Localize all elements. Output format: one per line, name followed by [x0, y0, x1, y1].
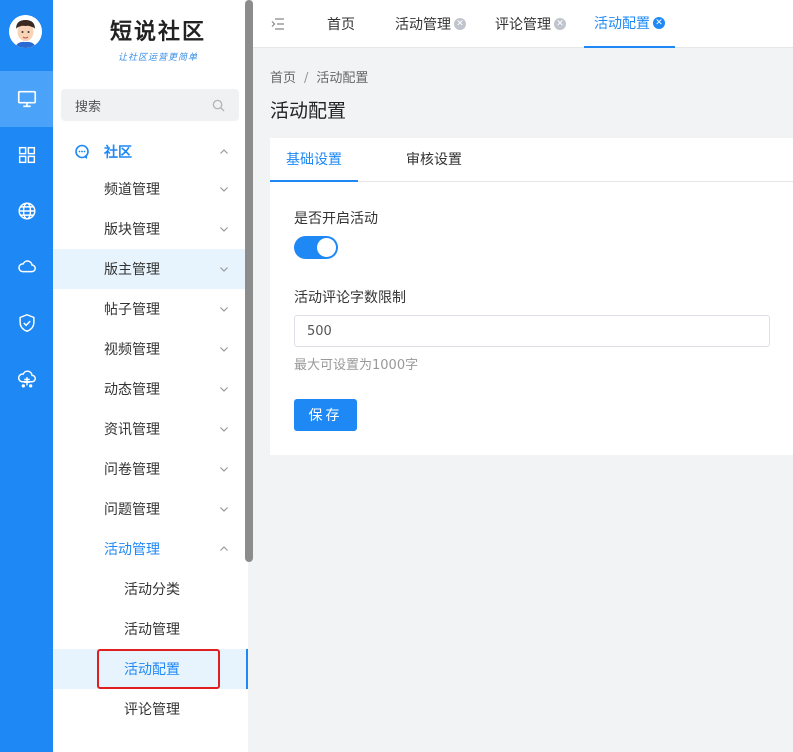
sidebar-item-survey[interactable]: 问卷管理 [53, 449, 246, 489]
sidebar-item-video[interactable]: 视频管理 [53, 329, 246, 369]
tab-bar: 首页 活动管理 ✕ 评论管理 ✕ 活动配置 ✕ [253, 0, 793, 48]
toggle-knob [317, 238, 336, 257]
tab-label: 首页 [327, 17, 355, 33]
sidebar-item-label: 活动管理 [104, 542, 160, 558]
chevron-down-icon [220, 307, 228, 312]
tab-home[interactable]: 首页 [327, 0, 355, 48]
sidebar-item-activity[interactable]: 活动管理 [53, 529, 246, 569]
chevron-down-icon [220, 187, 228, 192]
user-avatar[interactable] [9, 15, 42, 48]
comment-limit-label: 活动评论字数限制 [294, 290, 406, 306]
chevron-down-icon [220, 467, 228, 472]
sidebar-subitem-label: 评论管理 [124, 702, 180, 718]
tab-label: 活动管理 [395, 17, 451, 33]
sidebar-item-label: 频道管理 [104, 182, 160, 198]
chevron-up-icon [220, 546, 228, 551]
monitor-icon[interactable] [0, 71, 53, 127]
sidebar-section-community[interactable]: 社区 [53, 132, 246, 172]
sidebar-item-label: 问卷管理 [104, 462, 160, 478]
search-placeholder: 搜索 [75, 99, 102, 115]
chevron-down-icon [220, 267, 228, 272]
sidebar-item-news[interactable]: 资讯管理 [53, 409, 246, 449]
sidebar-item-board[interactable]: 版块管理 [53, 209, 246, 249]
chevron-down-icon [220, 227, 228, 232]
highlight-box [97, 649, 220, 689]
icon-rail [0, 0, 53, 752]
sidebar-section-label: 社区 [104, 145, 132, 161]
save-button[interactable]: 保存 [294, 399, 357, 431]
sidebar-item-feed[interactable]: 动态管理 [53, 369, 246, 409]
sidebar: 短说社区 让社区运营更简单 搜索 社区 频道管理 版块管理 版主管理 帖子管理 … [53, 0, 248, 752]
sidebar-item-label: 版块管理 [104, 222, 160, 238]
sidebar-item-label: 版主管理 [104, 262, 160, 278]
sidebar-item-channel[interactable]: 频道管理 [53, 169, 246, 209]
breadcrumb-current: 活动配置 [316, 71, 369, 86]
cloud-network-icon[interactable] [0, 351, 53, 407]
tab-label: 活动配置 [594, 16, 650, 32]
chevron-down-icon [220, 507, 228, 512]
sidebar-subitem-label: 活动分类 [124, 582, 180, 598]
search-input[interactable]: 搜索 [61, 89, 239, 121]
sidebar-item-label: 视频管理 [104, 342, 160, 358]
sidebar-item-label: 动态管理 [104, 382, 160, 398]
sidebar-subitem-activity-manage[interactable]: 活动管理 [53, 609, 246, 649]
breadcrumb: 首页 / 活动配置 [270, 67, 368, 86]
cloud-icon[interactable] [0, 239, 53, 295]
globe-icon[interactable] [0, 183, 53, 239]
tab-review-settings[interactable]: 审核设置 [390, 138, 478, 182]
breadcrumb-separator: / [304, 71, 309, 86]
logo: 短说社区 让社区运营更简单 [98, 14, 218, 66]
grid-icon[interactable] [0, 127, 53, 183]
chat-bubble-icon [75, 144, 89, 159]
tab-activity-config[interactable]: 活动配置 ✕ [584, 0, 675, 48]
sidebar-item-label: 问题管理 [104, 502, 160, 518]
chevron-down-icon [220, 387, 228, 392]
enable-activity-label: 是否开启活动 [294, 211, 378, 227]
chevron-down-icon [220, 427, 228, 432]
content-tabs: 基础设置 审核设置 [270, 138, 793, 182]
sidebar-item-label: 资讯管理 [104, 422, 160, 438]
shield-check-icon[interactable] [0, 295, 53, 351]
sidebar-subitem-activity-category[interactable]: 活动分类 [53, 569, 246, 609]
tab-activity-manage[interactable]: 活动管理 ✕ [395, 0, 466, 48]
tab-comment-manage[interactable]: 评论管理 ✕ [495, 0, 566, 48]
sidebar-item-moderator[interactable]: 版主管理 [53, 249, 246, 289]
close-icon[interactable]: ✕ [454, 18, 466, 30]
tab-basic-settings[interactable]: 基础设置 [270, 138, 358, 182]
sidebar-subitem-comment-manage[interactable]: 评论管理 [53, 689, 246, 729]
comment-limit-input[interactable] [294, 315, 770, 347]
sidebar-scrollbar[interactable] [245, 0, 253, 562]
close-icon[interactable]: ✕ [554, 18, 566, 30]
tab-label: 评论管理 [495, 17, 551, 33]
logo-title: 短说社区 [109, 20, 206, 45]
logo-subtitle: 让社区运营更简单 [117, 53, 198, 63]
breadcrumb-home[interactable]: 首页 [270, 71, 296, 86]
chevron-down-icon [220, 347, 228, 352]
comment-limit-hint: 最大可设置为1000字 [294, 358, 419, 373]
enable-activity-toggle[interactable] [294, 236, 338, 259]
settings-card: 基础设置 审核设置 是否开启活动 活动评论字数限制 最大可设置为1000字 保存 [270, 138, 793, 455]
sidebar-subitem-label: 活动管理 [124, 622, 180, 638]
menu-fold-icon[interactable] [271, 18, 285, 30]
chevron-up-icon [220, 149, 228, 154]
page-title: 活动配置 [270, 100, 347, 122]
search-icon[interactable] [212, 99, 225, 112]
sidebar-item-posts[interactable]: 帖子管理 [53, 289, 246, 329]
close-icon[interactable]: ✕ [653, 17, 665, 29]
sidebar-item-questions[interactable]: 问题管理 [53, 489, 246, 529]
sidebar-item-label: 帖子管理 [104, 302, 160, 318]
